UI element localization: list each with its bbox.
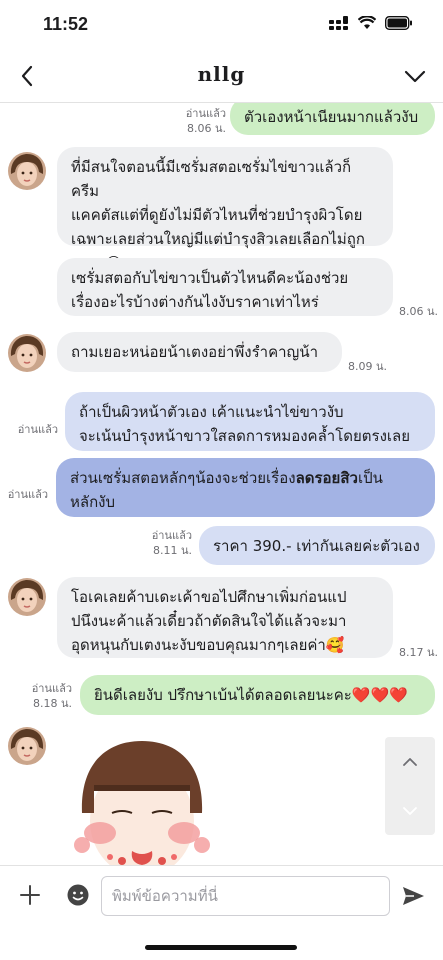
message-time: 8.09 น. (348, 360, 388, 373)
read-receipt: อ่านแล้ว (31, 682, 72, 695)
wifi-icon (358, 16, 376, 29)
plus-icon (20, 885, 40, 905)
read-receipt: อ่านแล้ว (7, 488, 48, 501)
status-time: 11:52 (43, 14, 89, 34)
avatar-photo (8, 334, 46, 372)
message-text-line: ส่วนเซรั่มสตอหลักๆน้องจะช่วยเรื่องลดรอยส… (70, 466, 421, 490)
send-button[interactable] (400, 883, 426, 909)
message-meta: อ่านแล้ว 8.18 น. (6, 681, 72, 711)
message-text-line: โอเคเลยค้าบเดะเค้าขอไปศึกษาเพิ่มก่อนแป (71, 588, 347, 606)
send-icon (403, 887, 424, 905)
message-text-line: หลักงับ (70, 493, 116, 511)
message-bubble-incoming[interactable]: โอเคเลยค้าบเดะเค้าขอไปศึกษาเพิ่มก่อนแป ป… (57, 577, 393, 658)
message-text: ถามเยอะหน่อยน้าเตงอย่าพึ่งรำคาญน้า (71, 343, 319, 361)
message-text: ตัวเองหน้าเนียนมากแล้วงับ (244, 108, 419, 126)
add-attachment-button[interactable] (18, 883, 42, 907)
scroll-down-button[interactable] (385, 786, 435, 835)
home-indicator (145, 945, 297, 950)
arrow-up-icon (403, 757, 417, 766)
message-text-line: ปนึงนะค้าแล้วเดี๋ยวถ้าตัดสินใจได้แล้วจะม… (71, 612, 347, 630)
message-bubble-outgoing[interactable]: ถ้าเป็นผิวหน้าตัวเอง เค้าแนะนำไข่ขาวงับ … (65, 392, 435, 451)
chat-title[interactable]: nllg (0, 62, 443, 86)
message-text-line: เฉพาะเลยส่วนใหญ่มีแต่บำรุงสิวเลยเลือกไม่… (71, 230, 365, 248)
sticker-image[interactable] (62, 733, 222, 865)
emoji-icon (67, 884, 89, 906)
scroll-up-button[interactable] (385, 737, 435, 786)
message-text-line: จะเน้นบำรุงหน้าขาวใสลดการหมองคล้ำโดยตรงเ… (79, 427, 411, 445)
message-text-line: เซรั่มสตอกับไข่ขาวเป็นตัวไหนดีคะน้องช่วย (71, 269, 349, 287)
chat-messages[interactable]: อ่านแล้ว 8.06 น. ตัวเองหน้าเนียนมากแล้วง… (0, 103, 443, 865)
message-text-line: ถ้าเป็นผิวหน้าตัวเอง เค้าแนะนำไข่ขาวงับ (79, 403, 344, 421)
avatar-photo (8, 578, 46, 616)
message-meta: อ่านแล้ว 8.06 น. (160, 106, 226, 136)
message-time: 8.11 น. (152, 544, 192, 557)
read-receipt: อ่านแล้ว (151, 529, 192, 542)
message-composer (0, 865, 443, 928)
battery-icon (385, 16, 412, 30)
message-meta: อ่านแล้ว 8.11 น. (126, 528, 192, 558)
message-time: 8.18 น. (32, 697, 72, 710)
message-bubble-outgoing[interactable]: ยินดีเลยงับ ปรึกษาเบ้นได้ตลอดเลยนะคะ❤️❤️… (80, 675, 435, 715)
message-bubble-outgoing[interactable]: ตัวเองหน้าเนียนมากแล้วงับ (230, 103, 435, 135)
message-time: 8.06 น. (399, 305, 439, 318)
chevron-down-icon (404, 70, 426, 83)
scroll-controls (385, 737, 435, 835)
message-bubble-incoming[interactable]: ที่มีสนใจตอนนี้มีเซรั่มสตอเซรั่มไข่ขาวแล… (57, 147, 393, 272)
message-text: เป็น (357, 469, 383, 487)
read-receipt: อ่านแล้ว (17, 423, 58, 436)
menu-toggle-button[interactable] (403, 64, 427, 88)
message-text-line: อุดหนุนกับเตงนะงับขอบคุณมากๆเลยค่า🥰 (71, 636, 345, 654)
message-text-bold: ลดรอยสิว (295, 469, 358, 487)
signal-icon (329, 16, 348, 30)
avatar[interactable] (8, 334, 46, 372)
message-text-line: เรื่องอะไรบ้างต่างกันไงงับราคาเท่าไหร่ (71, 293, 319, 311)
message-text: ราคา 390.- เท่ากันเลยค่ะตัวเอง (213, 537, 420, 555)
avatar-photo (8, 152, 46, 190)
avatar-photo (8, 727, 46, 765)
message-time: 8.06 น. (186, 122, 226, 135)
message-bubble-incoming[interactable]: ถามเยอะหน่อยน้าเตงอย่าพึ่งรำคาญน้า (57, 332, 342, 372)
emoji-button[interactable] (66, 883, 90, 907)
avatar[interactable] (8, 578, 46, 616)
message-text-line: ที่มีสนใจตอนนี้มีเซรั่มสตอเซรั่มไข่ขาวแล… (71, 158, 352, 200)
message-bubble-outgoing[interactable]: ส่วนเซรั่มสตอหลักๆน้องจะช่วยเรื่องลดรอยส… (56, 458, 435, 517)
arrow-down-icon (403, 806, 417, 815)
message-bubble-outgoing[interactable]: ราคา 390.- เท่ากันเลยค่ะตัวเอง (199, 526, 435, 565)
message-time: 8.17 น. (399, 646, 439, 659)
avatar[interactable] (8, 727, 46, 765)
status-icons (329, 16, 413, 30)
read-receipt: อ่านแล้ว (185, 107, 226, 120)
message-bubble-incoming[interactable]: เซรั่มสตอกับไข่ขาวเป็นตัวไหนดีคะน้องช่วย… (57, 258, 393, 316)
message-text: ส่วนเซรั่มสตอหลักๆน้องจะช่วยเรื่อง (70, 469, 296, 487)
message-input[interactable] (101, 876, 390, 916)
status-bar: 11:52 (0, 0, 443, 50)
avatar[interactable] (8, 152, 46, 190)
chat-header: nllg (0, 50, 443, 103)
message-text-line: แคคตัสแต่ที่ดูยังไม่มีตัวไหนที่ช่วยบำรุง… (71, 206, 363, 224)
message-text: ยินดีเลยงับ ปรึกษาเบ้นได้ตลอดเลยนะคะ❤️❤️… (94, 686, 408, 704)
